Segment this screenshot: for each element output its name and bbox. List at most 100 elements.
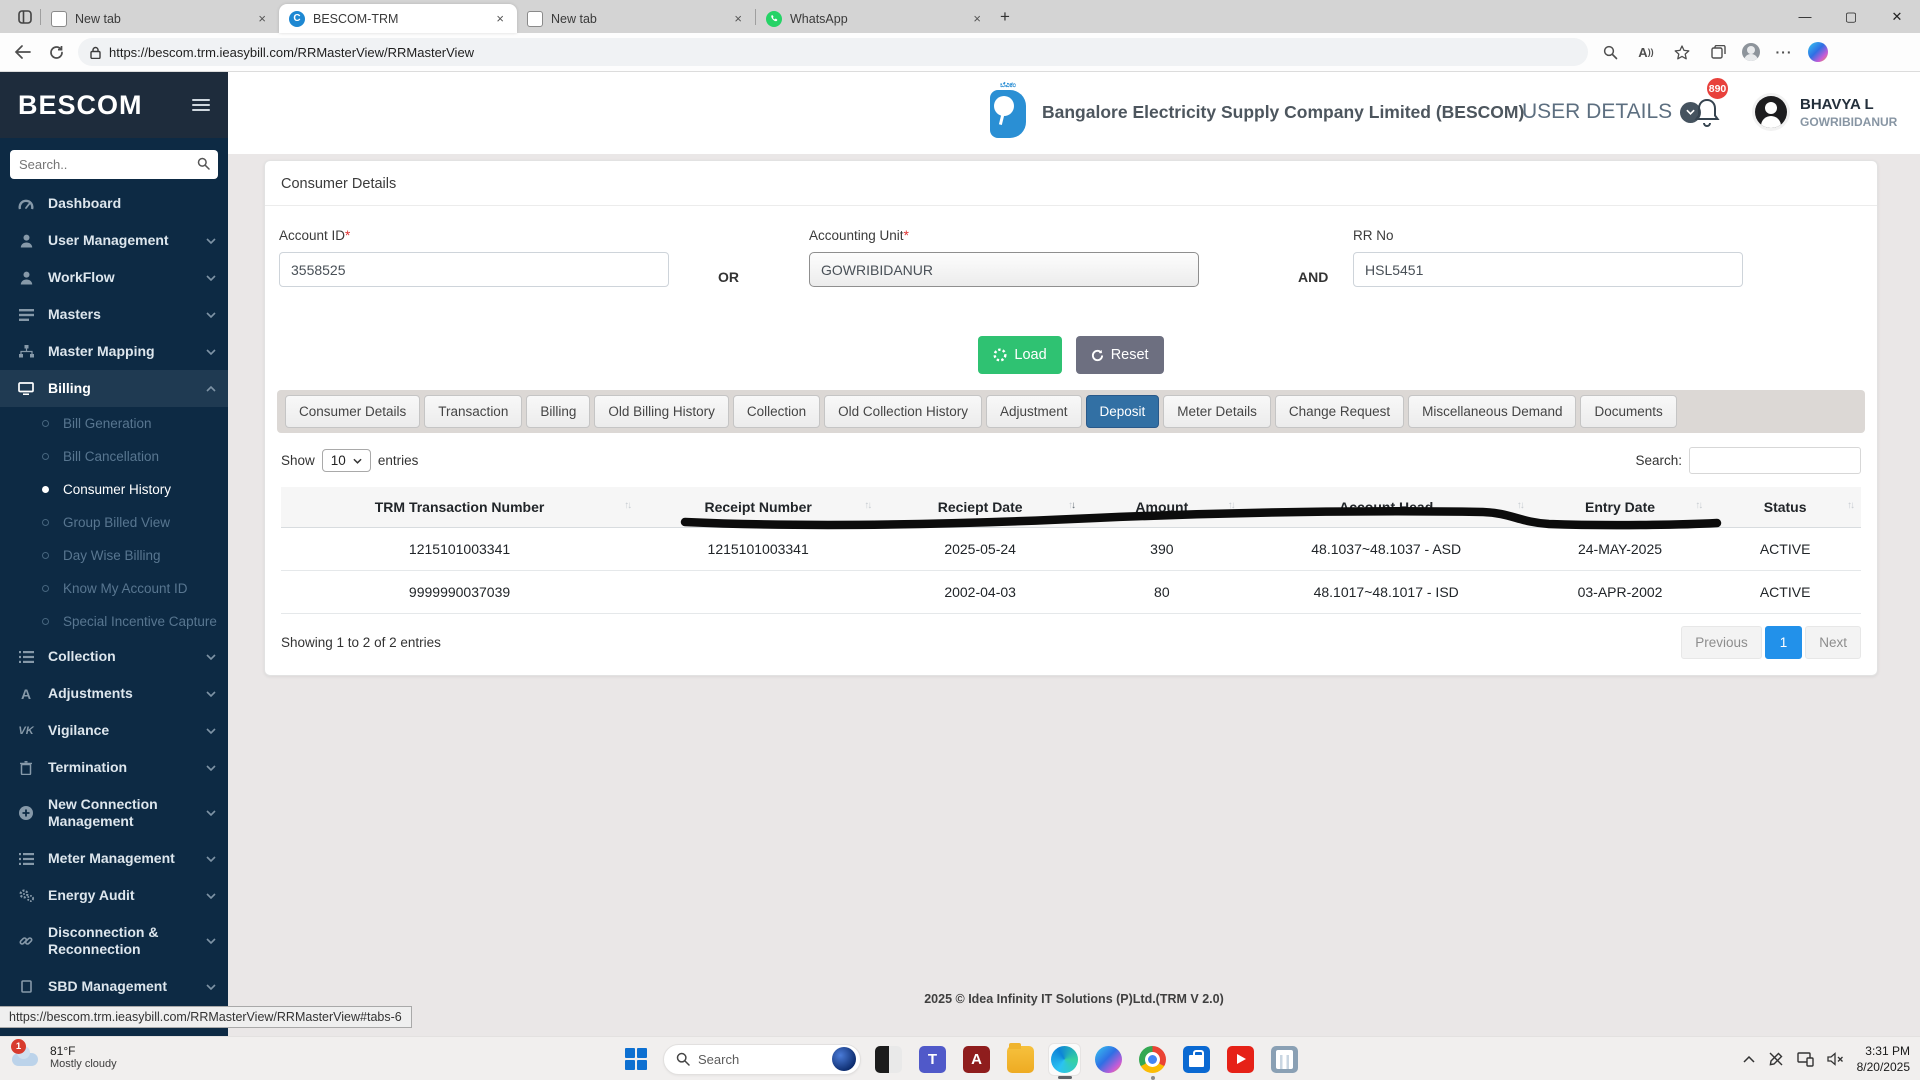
column-header[interactable]: Account Head ↑↓: [1241, 487, 1531, 528]
taskbar-app-teams[interactable]: T: [916, 1043, 949, 1076]
sidebar-item-master-mapping[interactable]: Master Mapping: [0, 333, 228, 370]
taskbar-app-access[interactable]: A: [960, 1043, 993, 1076]
taskbar-app-copilot[interactable]: [1092, 1043, 1125, 1076]
clock[interactable]: 3:31 PM 8/20/2025: [1857, 1043, 1910, 1075]
column-header[interactable]: Amount ↑↓: [1082, 487, 1242, 528]
table-row[interactable]: 9999990037039 2002-04-03 80 48.1017~48.1…: [281, 570, 1861, 614]
rr-no-field[interactable]: [1353, 252, 1743, 287]
collections-icon[interactable]: [1706, 40, 1730, 64]
close-tab-icon[interactable]: ×: [970, 11, 984, 26]
tab-meter-details[interactable]: Meter Details: [1163, 395, 1271, 428]
zoom-icon[interactable]: [1598, 40, 1622, 64]
tab-billing[interactable]: Billing: [526, 395, 591, 428]
sidebar-item-vigilance[interactable]: VK Vigilance: [0, 712, 228, 749]
minimize-button[interactable]: —: [1782, 0, 1828, 33]
sidebar-search-input[interactable]: [10, 150, 218, 179]
profile-avatar-icon[interactable]: [1742, 43, 1760, 61]
reset-button[interactable]: Reset: [1075, 336, 1164, 374]
taskbar-app-explorer[interactable]: [1004, 1042, 1037, 1076]
refresh-icon[interactable]: [44, 40, 68, 64]
sidebar-subitem-bill-generation[interactable]: Bill Generation: [0, 407, 228, 440]
browser-tab-whatsapp[interactable]: WhatsApp ×: [756, 4, 994, 33]
taskbar-search[interactable]: Search: [663, 1043, 861, 1075]
accounting-unit-field[interactable]: [809, 252, 1199, 287]
tab-deposit[interactable]: Deposit: [1085, 395, 1160, 428]
tab-transaction[interactable]: Transaction: [424, 395, 523, 428]
account-id-field[interactable]: [279, 252, 669, 287]
previous-page-button[interactable]: Previous: [1681, 626, 1762, 659]
sidebar-subitem-bill-cancellation[interactable]: Bill Cancellation: [0, 440, 228, 473]
sidebar-item-meter-management[interactable]: Meter Management: [0, 840, 228, 877]
sidebar-subitem-know-my-account-id[interactable]: Know My Account ID: [0, 572, 228, 605]
sidebar-item-new-connection-management[interactable]: New Connection Management: [0, 786, 228, 840]
next-page-button[interactable]: Next: [1805, 626, 1861, 659]
sidebar-item-masters[interactable]: Masters: [0, 296, 228, 333]
sidebar-subitem-consumer-history[interactable]: Consumer History: [0, 473, 228, 506]
browser-tab-bescom[interactable]: C BESCOM-TRM ×: [279, 4, 517, 33]
address-bar[interactable]: https://bescom.trm.ieasybill.com/RRMaste…: [78, 38, 1588, 66]
column-header[interactable]: Receipt Number ↑↓: [638, 487, 879, 528]
table-search-input[interactable]: [1689, 447, 1861, 474]
sidebar-item-user-management[interactable]: User Management: [0, 222, 228, 259]
favorites-star-icon[interactable]: [1670, 40, 1694, 64]
cast-device-icon[interactable]: [1796, 1051, 1814, 1067]
copilot-icon[interactable]: [1808, 42, 1828, 62]
browser-tab-newtab-2[interactable]: New tab ×: [517, 4, 755, 33]
new-tab-button[interactable]: +: [1000, 7, 1010, 27]
column-header[interactable]: Entry Date ↑↓: [1530, 487, 1710, 528]
maximize-button[interactable]: ▢: [1828, 0, 1874, 33]
tab-documents[interactable]: Documents: [1580, 395, 1677, 428]
sidebar-item-energy-audit[interactable]: Energy Audit: [0, 877, 228, 914]
more-menu-icon[interactable]: ···: [1772, 40, 1796, 64]
sidebar-item-adjustments[interactable]: A Adjustments: [0, 675, 228, 712]
sidebar-item-billing[interactable]: Billing: [0, 370, 228, 407]
tray-expand-icon[interactable]: [1743, 1055, 1755, 1063]
volume-muted-icon[interactable]: [1826, 1052, 1844, 1066]
user-details-dropdown[interactable]: USER DETAILS: [1522, 100, 1702, 124]
taskbar-app-youtube[interactable]: [1224, 1043, 1257, 1076]
column-header[interactable]: TRM Transaction Number ↑↓: [281, 487, 639, 528]
sidebar-item-termination[interactable]: Termination: [0, 749, 228, 786]
sidebar-item-sbd-management[interactable]: SBD Management: [0, 968, 228, 1005]
taskbar-app-edge[interactable]: [1048, 1042, 1081, 1079]
load-button[interactable]: Load: [978, 336, 1062, 374]
taskbar-app-store[interactable]: [1180, 1043, 1213, 1076]
close-tab-icon[interactable]: ×: [255, 11, 269, 26]
browser-tab-newtab-1[interactable]: New tab ×: [41, 4, 279, 33]
sidebar-subitem-special-incentive-capture[interactable]: Special Incentive Capture: [0, 605, 228, 638]
tab-miscellaneous-demand[interactable]: Miscellaneous Demand: [1408, 395, 1577, 428]
page-size-select[interactable]: 10: [321, 449, 371, 472]
close-tab-icon[interactable]: ×: [731, 11, 745, 26]
tab-adjustment[interactable]: Adjustment: [985, 395, 1082, 428]
tab-actions-icon[interactable]: [10, 4, 40, 30]
page-1-button[interactable]: 1: [1764, 626, 1803, 659]
taskbar-app-calculator[interactable]: [1268, 1043, 1301, 1076]
start-button[interactable]: [619, 1043, 652, 1076]
taskbar-app-chrome[interactable]: [1136, 1043, 1169, 1080]
tab-consumer-details[interactable]: Consumer Details: [285, 395, 421, 428]
hamburger-icon[interactable]: [192, 96, 210, 114]
sidebar-item-collection[interactable]: Collection: [0, 638, 228, 675]
column-header[interactable]: Reciept Date ↑↓: [878, 487, 1083, 528]
sidebar-item-dashboard[interactable]: Dashboard: [0, 185, 228, 222]
pen-disabled-icon[interactable]: [1768, 1051, 1784, 1067]
sidebar-subitem-day-wise-billing[interactable]: Day Wise Billing: [0, 539, 228, 572]
tab-old-collection-history[interactable]: Old Collection History: [824, 395, 982, 428]
taskbar-app-dark[interactable]: [872, 1043, 905, 1076]
tab-collection[interactable]: Collection: [732, 395, 821, 428]
search-icon[interactable]: [197, 157, 210, 170]
back-icon[interactable]: [10, 40, 34, 64]
column-header[interactable]: Status ↑↓: [1709, 487, 1861, 528]
close-window-button[interactable]: ✕: [1874, 0, 1920, 33]
sidebar-item-disconnection-reconnection[interactable]: Disconnection & Reconnection: [0, 914, 228, 968]
sidebar-item-workflow[interactable]: WorkFlow: [0, 259, 228, 296]
tab-old-billing-history[interactable]: Old Billing History: [594, 395, 729, 428]
close-tab-icon[interactable]: ×: [493, 11, 507, 26]
weather-widget[interactable]: 1 81°F Mostly cloudy: [10, 1039, 117, 1073]
table-row[interactable]: 1215101003341 1215101003341 2025-05-24 3…: [281, 527, 1861, 571]
notifications-bell-icon[interactable]: [1692, 96, 1722, 130]
read-aloud-icon[interactable]: A)): [1634, 40, 1658, 64]
tab-change-request[interactable]: Change Request: [1274, 395, 1405, 428]
avatar[interactable]: [1752, 93, 1790, 131]
sidebar-subitem-group-billed-view[interactable]: Group Billed View: [0, 506, 228, 539]
